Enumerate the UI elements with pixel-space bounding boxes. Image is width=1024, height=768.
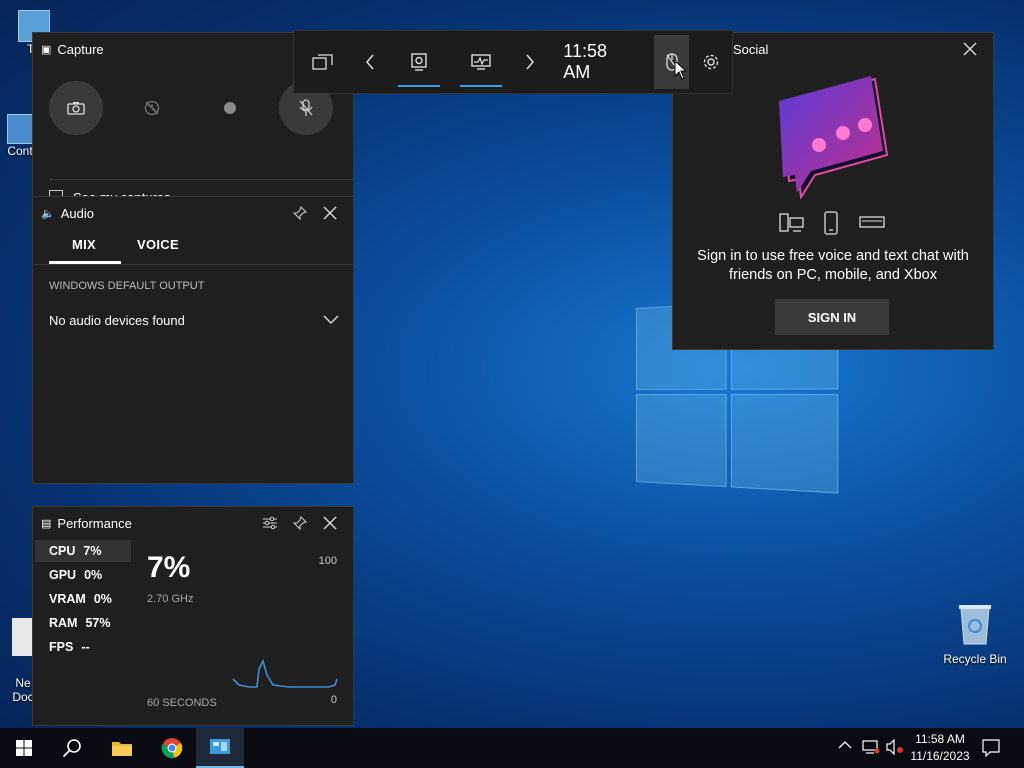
audio-title: Audio (60, 205, 94, 221)
recycle-bin-icon (959, 605, 991, 645)
performance-options-button[interactable] (255, 508, 285, 538)
social-message: Sign in to use free voice and text chat … (697, 248, 969, 283)
social-title: Social (733, 41, 769, 57)
audio-device-value: No audio devices found (49, 312, 185, 328)
capture-title: Capture (57, 41, 104, 57)
camera-icon (67, 102, 85, 115)
chevron-left-icon (365, 54, 374, 70)
network-icon (862, 740, 880, 754)
perf-graph-max: 100 (318, 555, 337, 567)
performance-panel: ▤ Performance CPU 7% GPU 0% VRAM 0% RAM 57% … (32, 506, 354, 726)
perf-duration-label: 60 SECONDS (147, 697, 217, 709)
audio-panel: 🔈 Audio MIX VOICE WINDOWS DEFAULT OUTPUT… (32, 196, 354, 484)
performance-close-button[interactable] (315, 508, 345, 538)
perf-metric-cpu[interactable]: CPU 7% (35, 540, 131, 562)
capture-widget-active-indicator (397, 85, 440, 87)
notifications-button[interactable] (982, 739, 1000, 757)
file-explorer-button[interactable] (98, 728, 146, 768)
volume-button[interactable] (886, 739, 904, 755)
audio-device-dropdown[interactable]: No audio devices found (49, 311, 339, 329)
pin-icon (293, 516, 307, 530)
mouse-cursor-icon (674, 60, 686, 80)
chat-bubble-illustration (779, 76, 889, 199)
chevron-right-icon (526, 54, 534, 70)
taskbar-date: 11/16/2023 (910, 749, 970, 763)
mic-muted-icon (299, 99, 313, 116)
close-button[interactable] (315, 198, 345, 228)
performance-header: ▤ Performance (33, 507, 353, 539)
settings-button[interactable] (689, 31, 732, 93)
speaker-icon: 🔈 (41, 207, 55, 220)
record-history-icon (144, 100, 160, 116)
show-hidden-icons-button[interactable] (838, 740, 854, 756)
pin-icon (293, 206, 307, 220)
performance-widget-icon-small: ▤ (41, 517, 52, 530)
perf-metric-ram[interactable]: RAM 57% (35, 612, 131, 634)
close-icon (323, 516, 337, 530)
desktop-icon-recycle-bin[interactable]: Recycle Bin (940, 602, 1010, 666)
chevron-down-icon (323, 315, 339, 324)
perf-big-value: 7% (147, 551, 191, 584)
search-icon (62, 739, 81, 758)
capture-widget-icon (410, 53, 427, 71)
taskbar-time: 11:58 AM (915, 732, 965, 746)
network-status-button[interactable] (862, 739, 880, 755)
capture-widget-button[interactable] (388, 31, 450, 93)
xbox-console-icon (859, 216, 885, 228)
audio-section-label: WINDOWS DEFAULT OUTPUT (49, 280, 205, 292)
windows-start-icon (16, 740, 32, 756)
taskbar: 11:58 AM 11/16/2023 (0, 728, 1024, 768)
perf-clock-speed: 2.70 GHz (147, 593, 194, 605)
capture-divider (49, 179, 353, 180)
tab-voice[interactable]: VOICE (137, 237, 179, 252)
audio-tabs-divider (33, 264, 353, 265)
tab-mix[interactable]: MIX (72, 237, 96, 252)
performance-widget-button[interactable] (450, 31, 512, 93)
folder-icon (112, 742, 132, 756)
settings-icon (703, 54, 718, 70)
scroll-left-button[interactable] (352, 31, 387, 93)
widget-menu-icon (312, 54, 333, 70)
audio-header: 🔈 Audio (33, 197, 353, 229)
perf-metric-fps[interactable]: FPS -- (35, 636, 131, 658)
start-button[interactable] (0, 728, 48, 768)
perf-cpu-graph (232, 658, 338, 688)
record-dot-icon (224, 102, 236, 114)
new-document-icon (12, 618, 34, 656)
volume-muted-icon (886, 739, 903, 755)
taskbar-app-active[interactable] (196, 728, 244, 768)
start-recording-button[interactable] (203, 81, 257, 135)
chrome-icon (161, 738, 183, 759)
game-bar-clock: 11:58 AM (563, 41, 607, 82)
taskbar-clock[interactable]: 11:58 AM 11/16/2023 (908, 731, 972, 765)
performance-widget-active-indicator (459, 85, 503, 87)
pc-device-icon (779, 213, 804, 232)
scroll-right-button[interactable] (512, 31, 547, 93)
close-icon (323, 206, 337, 220)
sign-in-button[interactable]: SIGN IN (775, 299, 889, 335)
performance-widget-icon (471, 54, 491, 70)
sliders-icon (263, 516, 277, 530)
perf-metric-vram[interactable]: VRAM 0% (35, 588, 131, 610)
mobile-device-icon (824, 211, 838, 235)
pin-button[interactable] (285, 198, 315, 228)
notification-icon (982, 739, 1000, 757)
perf-metric-gpu[interactable]: GPU 0% (35, 564, 131, 586)
widget-menu-button[interactable] (294, 31, 352, 93)
perf-graph-min: 0 (330, 694, 337, 706)
chevron-up-icon (838, 741, 852, 749)
performance-pin-button[interactable] (285, 508, 315, 538)
search-button[interactable] (48, 728, 96, 768)
screenshot-button[interactable] (49, 81, 103, 135)
close-icon (963, 42, 977, 56)
control-panel-app-icon (210, 739, 230, 754)
performance-title: Performance (57, 515, 132, 531)
social-close-button[interactable] (955, 34, 985, 64)
record-last-30s-button[interactable] (125, 81, 179, 135)
chrome-button[interactable] (148, 728, 196, 768)
capture-widget-icon: ▣ (41, 43, 52, 56)
game-bar: 11:58 AM (293, 30, 733, 94)
